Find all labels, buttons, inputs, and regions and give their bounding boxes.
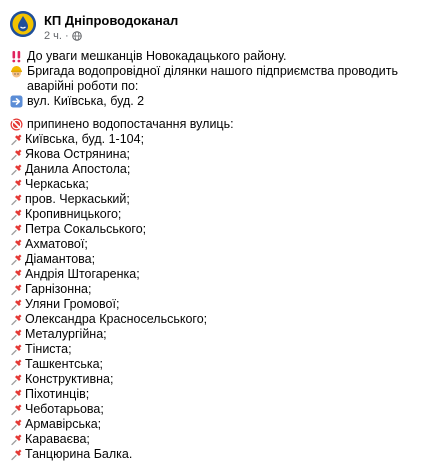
street-list-item: Чеботарьова;	[10, 402, 438, 417]
street-list-item: пров. Черкаський;	[10, 192, 438, 207]
page-name-link[interactable]: КП Дніпроводоканал	[44, 14, 178, 27]
street-name: Олександра Красносельського;	[25, 312, 208, 326]
street-list-item: Андрія Штогаренка;	[10, 267, 438, 282]
street-list-item: Гарнізонна;	[10, 282, 438, 297]
pushpin-icon	[10, 148, 23, 161]
street-name: Гарнізонна;	[25, 282, 92, 296]
post-line-alert: До уваги мешканців Новокадацького району…	[10, 49, 438, 64]
street-name: Андрія Штогаренка;	[25, 267, 140, 281]
street-name: Танцюрина Балка.	[25, 447, 133, 461]
meta-separator: ·	[64, 30, 69, 42]
double-exclamation-icon	[10, 50, 23, 63]
street-name: Тіниста;	[25, 342, 72, 356]
pushpin-icon	[10, 238, 23, 251]
pushpin-icon	[10, 358, 23, 371]
street-list-item: Караваєва;	[10, 432, 438, 447]
pushpin-icon	[10, 163, 23, 176]
right-arrow-icon	[10, 95, 23, 108]
street-name: Ахматової;	[25, 237, 88, 251]
facebook-post: КП Дніпроводоканал 2 ч. · До уваги мешка…	[0, 0, 448, 472]
street-list-item: Уляни Громової;	[10, 297, 438, 312]
post-text: До уваги мешканців Новокадацького району…	[27, 49, 287, 63]
post-line-address: вул. Київська, буд. 2	[10, 94, 438, 109]
street-list-item: Київська, буд. 1-104;	[10, 132, 438, 147]
pushpin-icon	[10, 433, 23, 446]
pushpin-icon	[10, 133, 23, 146]
post-text: Бригада водопровідної ділянки нашого під…	[27, 64, 398, 93]
pushpin-icon	[10, 373, 23, 386]
street-name: пров. Черкаський;	[25, 192, 130, 206]
street-list-item: Петра Сокальського;	[10, 222, 438, 237]
street-name: Металургійна;	[25, 327, 107, 341]
post-text: вул. Київська, буд. 2	[27, 94, 145, 108]
street-name: Караваєва;	[25, 432, 90, 446]
street-list-item: Олександра Красносельського;	[10, 312, 438, 327]
street-list-item: Діамантова;	[10, 252, 438, 267]
street-list: Київська, буд. 1-104; Якова Острянина; Дан…	[10, 132, 438, 462]
page-avatar[interactable]	[10, 11, 36, 37]
street-list-item: Якова Острянина;	[10, 147, 438, 162]
street-list-item: Черкаська;	[10, 177, 438, 192]
pushpin-icon	[10, 193, 23, 206]
street-list-item: Данила Апостола;	[10, 162, 438, 177]
street-name: Якова Острянина;	[25, 147, 131, 161]
street-name: Чеботарьова;	[25, 402, 104, 416]
pushpin-icon	[10, 388, 23, 401]
street-list-item: Кропивницького;	[10, 207, 438, 222]
street-name: Уляни Громової;	[25, 297, 120, 311]
street-list-item: Тіниста;	[10, 342, 438, 357]
street-name: Данила Апостола;	[25, 162, 131, 176]
pushpin-icon	[10, 448, 23, 461]
street-list-item: Ташкентська;	[10, 357, 438, 372]
dniprovodokanal-logo-icon	[10, 11, 36, 37]
street-name: Армавірська;	[25, 417, 102, 431]
pushpin-icon	[10, 268, 23, 281]
pushpin-icon	[10, 178, 23, 191]
street-list-item: Конструктивна;	[10, 372, 438, 387]
street-name: Діамантова;	[25, 252, 96, 266]
pushpin-icon	[10, 343, 23, 356]
street-list-item: Піхотинців;	[10, 387, 438, 402]
post-line-brigade: Бригада водопровідної ділянки нашого під…	[10, 64, 438, 94]
street-list-item: Ахматової;	[10, 237, 438, 252]
street-name: Конструктивна;	[25, 372, 114, 386]
post-header: КП Дніпроводоканал 2 ч. ·	[0, 0, 448, 42]
street-list-item: Армавірська;	[10, 417, 438, 432]
street-list-item: Танцюрина Балка.	[10, 447, 438, 462]
pushpin-icon	[10, 208, 23, 221]
post-text: припинено водопостачання вулиць:	[27, 117, 234, 131]
street-name: Ташкентська;	[25, 357, 104, 371]
pushpin-icon	[10, 403, 23, 416]
pushpin-icon	[10, 223, 23, 236]
street-name: Київська, буд. 1-104;	[25, 132, 145, 146]
no-entry-icon	[10, 118, 23, 131]
street-list-item: Металургійна;	[10, 327, 438, 342]
street-name: Піхотинців;	[25, 387, 90, 401]
street-name: Петра Сокальського;	[25, 222, 147, 236]
pushpin-icon	[10, 253, 23, 266]
construction-worker-icon	[10, 65, 23, 78]
post-line-stopped: припинено водопостачання вулиць:	[10, 117, 438, 132]
pushpin-icon	[10, 283, 23, 296]
post-timestamp[interactable]: 2 ч.	[44, 30, 62, 42]
post-body: До уваги мешканців Новокадацького району…	[0, 42, 448, 462]
street-name: Черкаська;	[25, 177, 89, 191]
pushpin-icon	[10, 313, 23, 326]
globe-icon[interactable]	[71, 31, 82, 41]
pushpin-icon	[10, 298, 23, 311]
pushpin-icon	[10, 418, 23, 431]
post-meta: 2 ч. ·	[44, 30, 178, 42]
street-name: Кропивницького;	[25, 207, 122, 221]
pushpin-icon	[10, 328, 23, 341]
